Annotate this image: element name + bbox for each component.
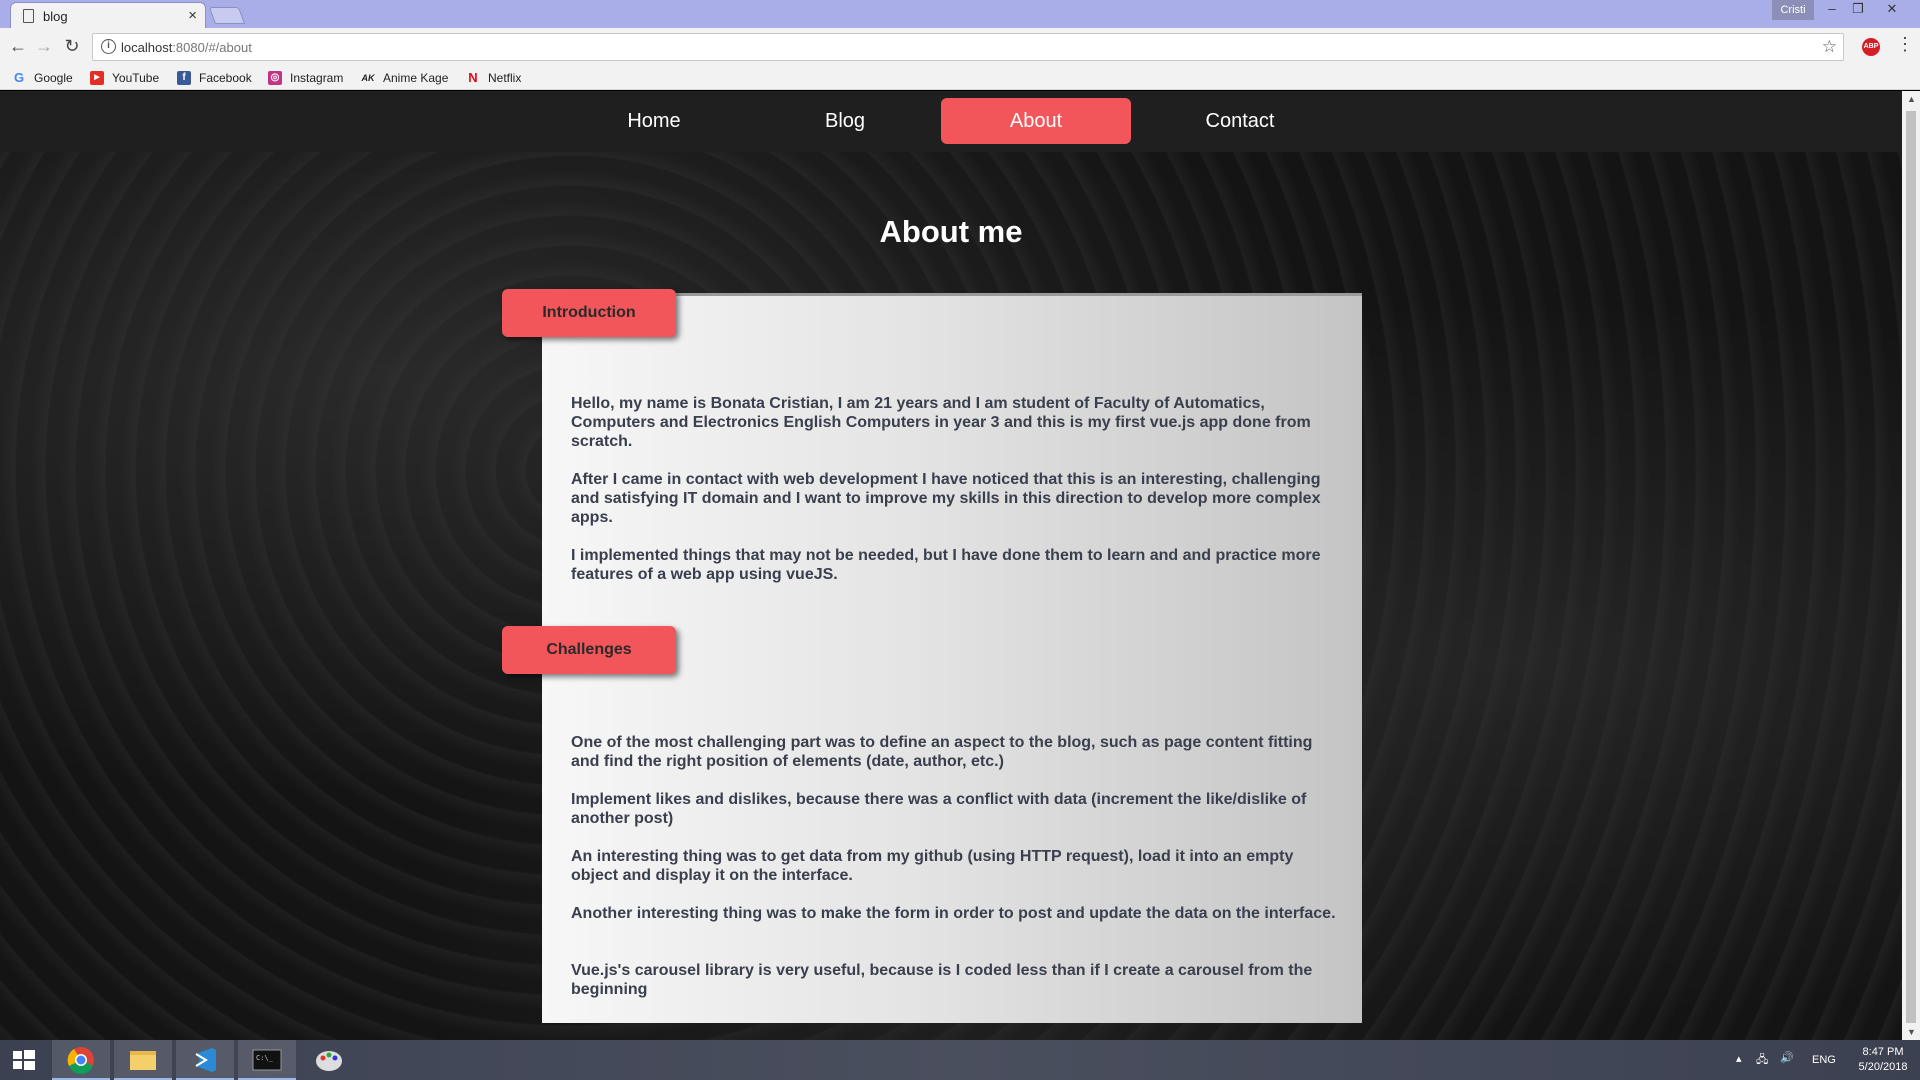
challenges-paragraph: Vue.js's carousel library is very useful… bbox=[571, 962, 1313, 998]
page-icon bbox=[23, 9, 34, 23]
intro-paragraph: After I came in contact with web develop… bbox=[571, 471, 1321, 526]
bookmark-star-icon[interactable]: ☆ bbox=[1822, 37, 1837, 57]
page-title: About me bbox=[879, 214, 1023, 249]
tray-expand-icon[interactable]: ▴ bbox=[1736, 1052, 1742, 1080]
animekage-icon: AK bbox=[361, 73, 375, 83]
adblock-icon[interactable]: ABP bbox=[1862, 38, 1880, 56]
folder-icon bbox=[130, 1051, 156, 1070]
svg-text:C:\_: C:\_ bbox=[256, 1054, 274, 1062]
page-viewport: Home Blog About Contact About me Hello, … bbox=[0, 91, 1902, 1040]
profile-button[interactable]: Cristi bbox=[1772, 0, 1814, 20]
volume-icon[interactable]: 🔊 bbox=[1780, 1051, 1794, 1080]
challenges-paragraph: An interesting thing was to get data fro… bbox=[571, 848, 1294, 884]
vscode-icon bbox=[195, 1048, 216, 1072]
bookmarks-bar: G Google ▶ YouTube f Facebook ◎ Instagra… bbox=[0, 66, 1920, 90]
nav-contact[interactable]: Contact bbox=[1145, 98, 1335, 144]
instagram-icon: ◎ bbox=[268, 71, 282, 85]
tab-title: blog bbox=[43, 9, 68, 24]
url-text: localhost:8080/#/about bbox=[121, 40, 252, 55]
terminal-icon: C:\_ bbox=[252, 1049, 282, 1071]
nav-about[interactable]: About bbox=[941, 98, 1131, 144]
scroll-up-icon[interactable]: ▲ bbox=[1907, 94, 1916, 104]
network-icon[interactable]: 🖧 bbox=[1756, 1051, 1768, 1080]
section-tag-introduction: Introduction bbox=[502, 289, 676, 337]
url-host: localhost bbox=[121, 40, 173, 55]
new-tab-button[interactable] bbox=[208, 7, 246, 24]
bookmark-anime-kage[interactable]: AK Anime Kage bbox=[361, 69, 449, 87]
bookmark-youtube[interactable]: ▶ YouTube bbox=[90, 69, 159, 87]
explorer-taskbar-button[interactable] bbox=[114, 1040, 172, 1080]
language-indicator[interactable]: ENG bbox=[1812, 1054, 1836, 1080]
challenges-paragraph: Implement likes and dislikes, because th… bbox=[571, 791, 1307, 827]
section-tag-challenges: Challenges bbox=[502, 626, 676, 674]
nav-home[interactable]: Home bbox=[559, 98, 749, 144]
minimize-icon[interactable]: – bbox=[1820, 0, 1844, 20]
intro-paragraph: I implemented things that may not be nee… bbox=[571, 547, 1321, 583]
chrome-taskbar-button[interactable] bbox=[52, 1040, 110, 1080]
start-button[interactable] bbox=[0, 1040, 48, 1080]
bookmark-label: Google bbox=[34, 71, 73, 85]
facebook-icon: f bbox=[177, 71, 191, 85]
paint-taskbar-button[interactable] bbox=[300, 1040, 358, 1080]
bookmark-netflix[interactable]: N Netflix bbox=[466, 69, 521, 87]
browser-tab[interactable]: blog × bbox=[10, 2, 206, 30]
bookmark-label: Instagram bbox=[290, 71, 344, 85]
chrome-icon bbox=[67, 1047, 94, 1074]
bookmark-label: Facebook bbox=[199, 71, 252, 85]
url-path: :8080/#/about bbox=[172, 40, 252, 55]
scrollbar-thumb[interactable] bbox=[1906, 111, 1916, 1023]
close-tab-icon[interactable]: × bbox=[188, 7, 197, 24]
bookmark-instagram[interactable]: ◎ Instagram bbox=[268, 69, 343, 87]
windows-taskbar: C:\_ ▴ 🖧 🔊 ENG 8:47 PM 5/20/2018 bbox=[0, 1040, 1920, 1080]
intro-paragraph: Hello, my name is Bonata Cristian, I am … bbox=[571, 395, 1311, 450]
paint-icon bbox=[316, 1051, 342, 1071]
bookmark-label: Anime Kage bbox=[383, 71, 449, 85]
bookmark-google[interactable]: G Google bbox=[12, 69, 73, 87]
bookmark-label: Netflix bbox=[488, 71, 522, 85]
close-window-icon[interactable]: ✕ bbox=[1880, 0, 1904, 20]
forward-icon[interactable]: → bbox=[34, 36, 54, 57]
youtube-icon: ▶ bbox=[90, 71, 104, 85]
back-icon[interactable]: ← bbox=[8, 36, 28, 57]
address-bar[interactable]: i localhost:8080/#/about ☆ bbox=[92, 33, 1844, 61]
challenges-paragraph: Another interesting thing was to make th… bbox=[571, 905, 1336, 922]
browser-menu-icon[interactable]: ⋮ bbox=[1896, 34, 1914, 55]
browser-titlebar: blog × Cristi – ❐ ✕ bbox=[0, 0, 1920, 30]
google-icon: G bbox=[13, 70, 25, 85]
challenges-paragraph: One of the most challenging part was to … bbox=[571, 734, 1313, 770]
vscode-taskbar-button[interactable] bbox=[176, 1040, 234, 1080]
restore-icon[interactable]: ❐ bbox=[1846, 0, 1870, 20]
terminal-taskbar-button[interactable]: C:\_ bbox=[238, 1040, 296, 1080]
windows-icon bbox=[13, 1050, 35, 1070]
page-scrollbar[interactable]: ▲ ▼ bbox=[1902, 91, 1920, 1040]
reload-icon[interactable]: ↻ bbox=[62, 36, 82, 57]
clock-date[interactable]: 5/20/2018 bbox=[1852, 1061, 1914, 1080]
bookmark-facebook[interactable]: f Facebook bbox=[177, 69, 252, 87]
bookmark-label: YouTube bbox=[112, 71, 160, 85]
scroll-down-icon[interactable]: ▼ bbox=[1907, 1027, 1916, 1037]
browser-toolbar: ← → ↻ i localhost:8080/#/about ☆ bbox=[0, 28, 1920, 66]
site-navbar: Home Blog About Contact bbox=[0, 91, 1902, 152]
info-icon[interactable]: i bbox=[101, 39, 116, 54]
netflix-icon: N bbox=[468, 70, 478, 85]
nav-blog[interactable]: Blog bbox=[750, 98, 940, 144]
